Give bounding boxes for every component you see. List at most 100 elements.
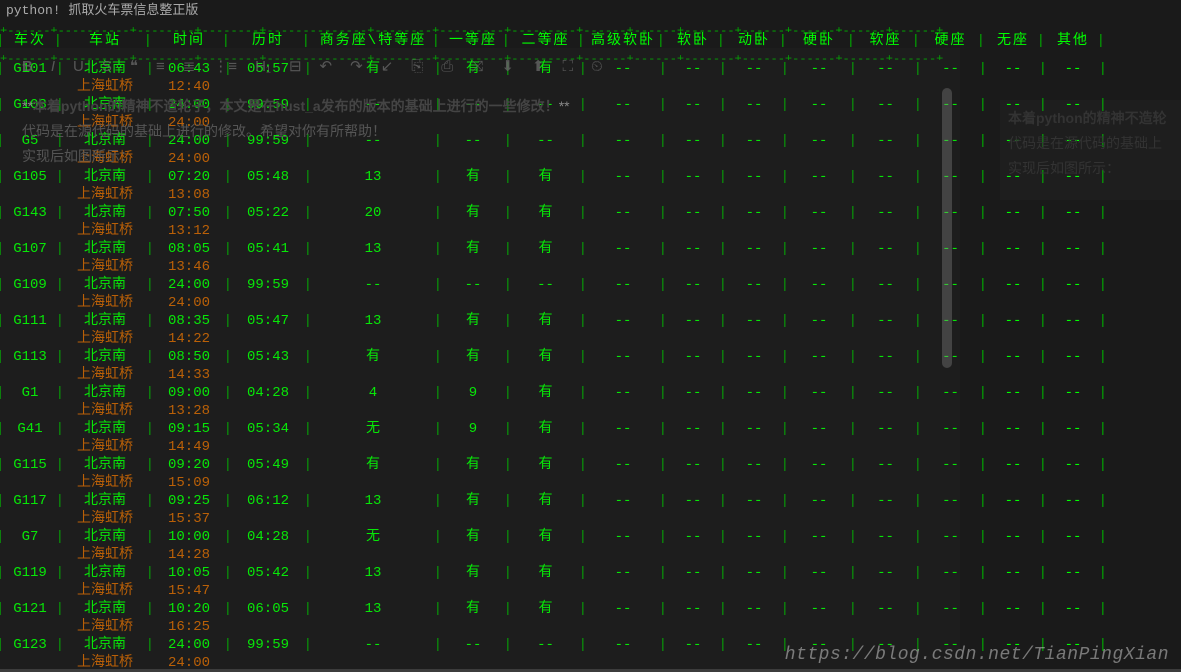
table-cell: --| xyxy=(1043,456,1103,474)
table-cell: --| xyxy=(983,420,1043,438)
table-cell: --| xyxy=(723,312,785,330)
quote-icon[interactable]: ❝ xyxy=(130,57,138,75)
download-icon[interactable]: ⬇ xyxy=(501,57,514,75)
table-row: G111||北京南上海虹桥|08:3514:22|05:47|13|有|有|--… xyxy=(0,312,1181,348)
table-cell: G123|| xyxy=(0,636,60,654)
upload-icon[interactable]: ⬆ xyxy=(532,57,545,75)
table-cell: 08:3514:22| xyxy=(150,312,228,348)
table-cell: --| xyxy=(438,636,508,654)
table-cell: 99:59| xyxy=(228,636,308,654)
table-cell: 10:0515:47| xyxy=(150,564,228,600)
table-cell: --| xyxy=(1043,384,1103,402)
table-cell: 99:59| xyxy=(228,96,308,114)
table-cell: 06:12| xyxy=(228,492,308,510)
table-cell: 13| xyxy=(308,168,438,186)
table-cell: G115|| xyxy=(0,456,60,474)
table-cell: --| xyxy=(508,636,583,654)
table-cell: --| xyxy=(723,132,785,150)
table-cell: --| xyxy=(723,348,785,366)
table-cell: 北京南上海虹桥| xyxy=(60,204,150,240)
indent-icon[interactable]: ⋮≡ xyxy=(213,57,237,75)
table-row: G107||北京南上海虹桥|08:0513:46|05:41|13|有|有|--… xyxy=(0,240,1181,276)
history-icon[interactable]: ⏲ xyxy=(591,58,603,75)
table-cell: --| xyxy=(438,276,508,294)
header-cell: 其他| xyxy=(1043,32,1103,50)
table-cell: --| xyxy=(663,528,723,546)
table-cell: --| xyxy=(983,564,1043,582)
fullscreen-icon[interactable]: ⛶ xyxy=(562,58,573,75)
table-cell: --| xyxy=(1043,528,1103,546)
header-cell: 一等座| xyxy=(438,32,508,50)
table-cell: --| xyxy=(1043,600,1103,618)
underline-icon[interactable]: U xyxy=(73,58,84,75)
table-cell: --| xyxy=(1043,276,1103,294)
table-cell: --| xyxy=(308,636,438,654)
paste-icon[interactable]: ⎙ xyxy=(441,58,453,75)
bold-icon[interactable]: B xyxy=(22,58,33,75)
strike-icon[interactable]: S xyxy=(102,58,112,75)
italic-icon[interactable]: I xyxy=(51,58,55,75)
table-cell: --| xyxy=(663,420,723,438)
table-cell: 05:42| xyxy=(228,564,308,582)
list-icon[interactable]: ≡ xyxy=(156,58,165,75)
table-cell: --| xyxy=(853,168,918,186)
header-cell: 动卧| xyxy=(723,32,785,50)
table-cell: --| xyxy=(663,492,723,510)
table-cell: --| xyxy=(663,348,723,366)
table-cell: --| xyxy=(983,348,1043,366)
table-cell: --| xyxy=(663,564,723,582)
table-cell: G105|| xyxy=(0,168,60,186)
copy-icon[interactable]: ⎘ xyxy=(411,58,423,75)
table-cell: --| xyxy=(853,456,918,474)
table-cell: --| xyxy=(853,492,918,510)
table-cell: 24:0024:00| xyxy=(150,96,228,132)
table-cell: 有| xyxy=(438,168,508,186)
table-cell: --| xyxy=(663,600,723,618)
table-cell: --| xyxy=(583,96,663,114)
header-cell: 无座| xyxy=(983,32,1043,50)
header-cell: 车次|| xyxy=(0,32,60,50)
table-cell: --| xyxy=(785,96,853,114)
table-cell: G1|| xyxy=(0,384,60,402)
table-cell: --| xyxy=(723,168,785,186)
undo-icon[interactable]: ↶ xyxy=(320,57,333,75)
table-cell: 有| xyxy=(508,420,583,438)
table-cell: --| xyxy=(983,528,1043,546)
table-cell: 北京南上海虹桥| xyxy=(60,420,150,456)
header-cell: 硬卧| xyxy=(785,32,853,50)
table-cell: 24:0024:00| xyxy=(150,132,228,168)
table-separator: +------+----------+--------+--------+---… xyxy=(0,22,1181,32)
swap-icon[interactable]: ⤨ xyxy=(471,58,483,75)
watermark: https://blog.csdn.net/TianPingXian xyxy=(785,645,1169,665)
table-cell: --| xyxy=(723,60,785,78)
table-cell: --| xyxy=(785,456,853,474)
table-row: G1||北京南上海虹桥|09:0013:28|04:28|4|9|有|--|--… xyxy=(0,384,1181,420)
link-icon[interactable]: ↙ xyxy=(381,57,394,75)
table-cell: 北京南上海虹桥| xyxy=(60,132,150,168)
table-cell: --| xyxy=(723,600,785,618)
table-cell: G7|| xyxy=(0,528,60,546)
table-icon[interactable]: ⊟ xyxy=(289,57,302,75)
table-cell: --| xyxy=(853,384,918,402)
redo-icon[interactable]: ↷ xyxy=(350,57,363,75)
table-cell: G111|| xyxy=(0,312,60,330)
table-cell: --| xyxy=(918,564,983,582)
table-cell: 07:2013:08| xyxy=(150,168,228,204)
numbered-list-icon[interactable]: ≣ xyxy=(183,57,196,75)
table-cell: 05:49| xyxy=(228,456,308,474)
heading-icon[interactable]: H₁ xyxy=(255,58,271,75)
table-cell: 有| xyxy=(508,204,583,222)
table-cell: --| xyxy=(918,348,983,366)
table-cell: --| xyxy=(918,600,983,618)
table-cell: G143|| xyxy=(0,204,60,222)
table-cell: 13| xyxy=(308,240,438,258)
table-cell: --| xyxy=(918,384,983,402)
table-cell: 有| xyxy=(508,600,583,618)
table-cell: --| xyxy=(785,564,853,582)
table-cell: 09:0013:28| xyxy=(150,384,228,420)
table-cell: 06:05| xyxy=(228,600,308,618)
table-cell: 有| xyxy=(438,204,508,222)
table-cell: --| xyxy=(853,564,918,582)
table-cell: 9| xyxy=(438,420,508,438)
table-cell: --| xyxy=(785,528,853,546)
